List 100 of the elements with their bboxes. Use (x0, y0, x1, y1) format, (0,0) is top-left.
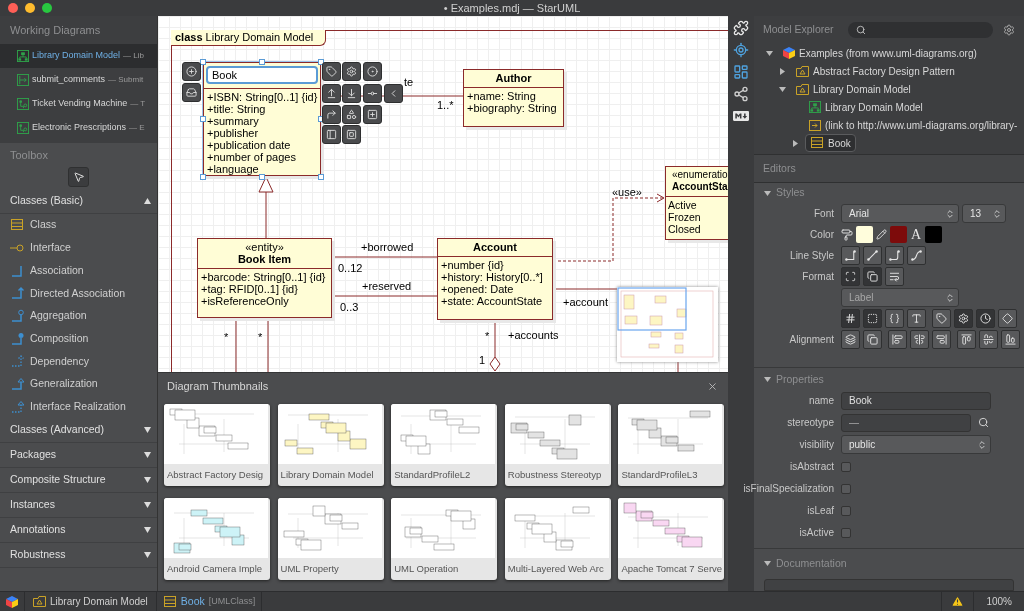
quick-edit-button[interactable] (322, 125, 341, 144)
toolbox-item[interactable]: Interface (0, 236, 157, 260)
toolbox-item[interactable]: Directed Association (0, 282, 157, 305)
quick-edit-button[interactable] (322, 84, 341, 103)
line-style-button[interactable] (885, 246, 904, 266)
documentation-field[interactable] (764, 579, 1014, 591)
alignment-button[interactable] (910, 330, 929, 350)
visibility-select[interactable]: public (841, 435, 991, 455)
collapse-icon[interactable] (764, 560, 771, 568)
format-button[interactable] (885, 267, 904, 287)
alignment-button[interactable] (888, 330, 907, 350)
settings-icon[interactable] (1003, 24, 1015, 36)
format-button[interactable] (863, 267, 882, 287)
working-diagram-item[interactable]: Electronic Prescriptions — E (0, 116, 157, 140)
layout-icon[interactable] (733, 64, 749, 80)
display-toggle-button[interactable] (885, 309, 904, 329)
quick-edit-button[interactable] (182, 83, 201, 102)
display-toggle-button[interactable] (932, 309, 951, 329)
class-box[interactable]: «enumeratio AccountSta Active Frozen Closed (665, 166, 728, 240)
tree-item[interactable]: Library Domain Model (805, 98, 927, 116)
thumbnail-card[interactable]: StandardProfileL2 (391, 404, 498, 486)
caret-icon[interactable] (792, 139, 799, 147)
checkbox[interactable] (841, 528, 851, 538)
class-box[interactable]: «entity» Book Item +barcode: String[0..1] {id} +tag: RFID[0..1] {id} +isReferenceOnly (197, 238, 332, 318)
quick-edit-button[interactable] (342, 84, 361, 103)
alignment-button[interactable] (1001, 330, 1020, 350)
selection-handle[interactable] (259, 174, 265, 180)
toolbox-group-header[interactable]: Packages (0, 443, 157, 469)
toolbox-group-header[interactable]: Instances (0, 493, 157, 519)
caret-icon[interactable] (779, 67, 786, 75)
quick-edit-button[interactable] (363, 105, 382, 124)
thumbnail-card[interactable]: UML Property (277, 498, 384, 580)
crosshair-icon[interactable] (733, 42, 749, 58)
display-toggle-button[interactable] (998, 309, 1017, 329)
selection-handle[interactable] (318, 174, 324, 180)
close-window-button[interactable] (8, 3, 18, 13)
alignment-button[interactable] (957, 330, 976, 350)
toolbox-item[interactable]: Dependency (0, 350, 157, 373)
alignment-button[interactable] (979, 330, 998, 350)
share-icon[interactable] (733, 86, 749, 102)
toolbox-group-header[interactable]: Annotations (0, 518, 157, 544)
caret-icon[interactable] (766, 49, 773, 57)
puzzle-icon[interactable] (733, 20, 749, 36)
thumbnail-card[interactable]: Android Camera Imple (164, 498, 270, 580)
checkbox[interactable] (841, 506, 851, 516)
selection-handle[interactable] (200, 174, 206, 180)
format-button[interactable] (841, 267, 860, 287)
collapse-icon[interactable] (764, 189, 771, 197)
status-element-tab[interactable]: Book [UMLClass] (156, 592, 263, 611)
caret-icon[interactable] (779, 85, 786, 93)
display-toggle-button[interactable] (863, 309, 882, 329)
toolbox-item[interactable]: Association (0, 259, 157, 283)
toolbox-group-header[interactable]: Classes (Advanced) (0, 418, 157, 444)
checkbox[interactable] (841, 462, 851, 472)
toolbox-item[interactable]: Composition (0, 327, 157, 351)
collapse-icon[interactable] (764, 376, 771, 384)
warning-icon[interactable] (951, 595, 965, 608)
working-diagram-item[interactable]: submit_comments — Submit (0, 68, 157, 92)
line-style-button[interactable] (841, 246, 860, 266)
toolbox-group-header[interactable]: Robustness (0, 543, 157, 569)
selection-handle[interactable] (200, 59, 206, 65)
toolbox-item[interactable]: Aggregation (0, 304, 157, 328)
thumbnail-card[interactable]: Library Domain Model (277, 404, 384, 486)
quick-edit-button[interactable] (342, 62, 361, 81)
quick-edit-button[interactable] (322, 105, 341, 124)
quick-edit-button[interactable] (322, 62, 341, 81)
font-select[interactable]: Arial (841, 204, 959, 224)
color-swatch[interactable] (856, 226, 873, 244)
line-style-button[interactable] (863, 246, 882, 266)
class-box[interactable]: Book +ISBN: String[0..1] {id} +title: String +summary +publisher +publication date +number of pages +language (203, 62, 321, 176)
search-field[interactable] (847, 22, 993, 38)
line-style-button[interactable] (907, 246, 926, 266)
stereotype-field[interactable]: — (841, 414, 971, 432)
display-toggle-button[interactable] (976, 309, 995, 329)
markdown-icon[interactable] (733, 108, 749, 124)
selection-handle[interactable] (259, 59, 265, 65)
toolbox-item[interactable]: Interface Realization (0, 395, 157, 419)
selection-handle[interactable] (200, 116, 206, 122)
class-box[interactable]: Account +number {id} +history: History[0..*] +opened: Date +state: AccountState (437, 238, 553, 320)
quick-edit-button[interactable] (363, 62, 382, 81)
color-swatch[interactable] (925, 226, 943, 244)
toolbox-group-header[interactable]: Classes (Basic) (0, 189, 157, 214)
status-diagram-tab[interactable]: Library Domain Model (24, 592, 157, 611)
class-box[interactable]: Author +name: String +biography: String (463, 69, 564, 127)
name-field[interactable]: Book (841, 392, 991, 410)
working-diagram-item[interactable]: Library Domain Model — Lib (0, 44, 157, 68)
display-toggle-button[interactable] (841, 309, 860, 329)
tree-item[interactable]: Book (805, 134, 856, 152)
thumbnail-card[interactable]: Multi-Layered Web Arc (504, 498, 611, 580)
alignment-button[interactable] (932, 330, 951, 350)
close-icon[interactable] (707, 380, 718, 392)
tree-item[interactable]: Examples (from www.uml-diagrams.org) (779, 44, 981, 62)
tree-item[interactable]: Abstract Factory Design Pattern (792, 62, 959, 80)
thumbnail-card[interactable]: Abstract Factory Desig (164, 404, 270, 486)
quick-edit-button[interactable] (342, 105, 361, 124)
color-swatch[interactable] (890, 226, 907, 244)
toolbox-item[interactable]: Class (0, 214, 157, 237)
working-diagram-item[interactable]: Ticket Vending Machine — T (0, 92, 157, 116)
thumbnail-card[interactable]: StandardProfileL3 (618, 404, 725, 486)
quick-edit-button[interactable] (363, 84, 382, 103)
